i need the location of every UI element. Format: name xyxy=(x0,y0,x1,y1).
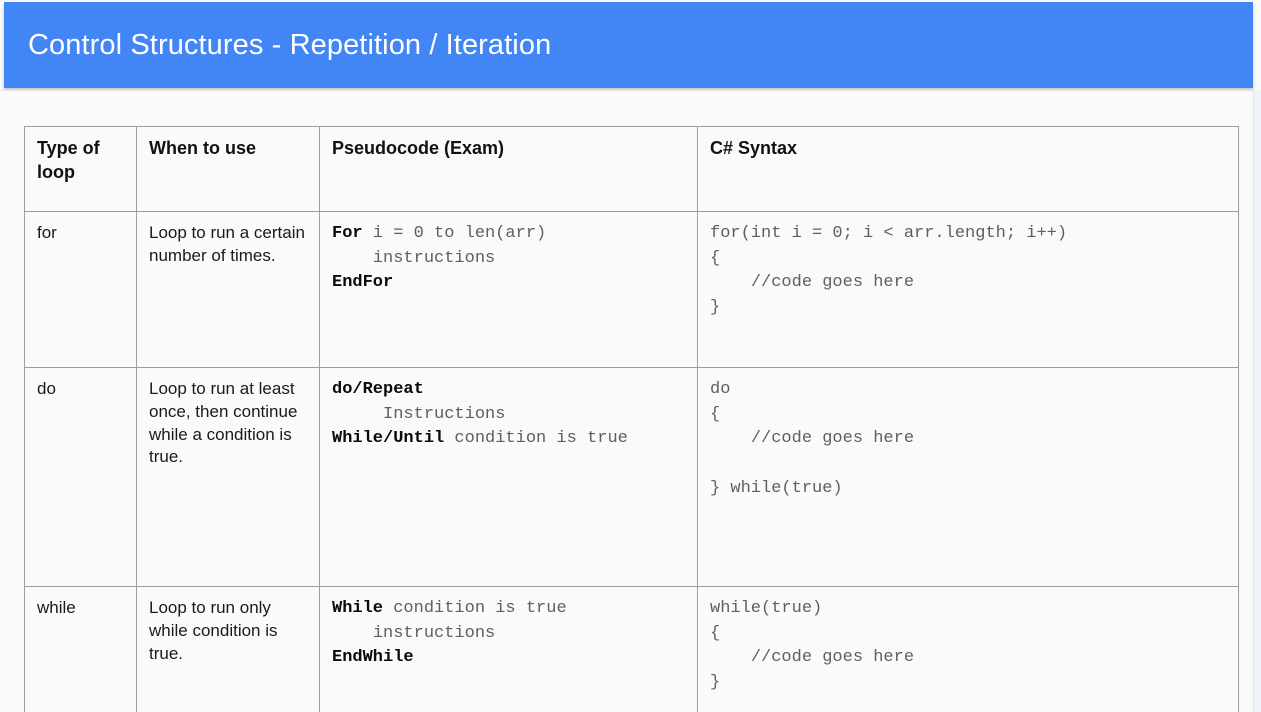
slide-page: Control Structures - Repetition / Iterat… xyxy=(0,0,1261,712)
column-header-csharp-syntax: C# Syntax xyxy=(697,126,1239,212)
page-title: Control Structures - Repetition / Iterat… xyxy=(28,28,552,61)
loop-csharp-for: for(int i = 0; i < arr.length; i++) { //… xyxy=(697,211,1239,368)
loops-table-container: Type of loop When to use Pseudocode (Exa… xyxy=(24,126,1239,712)
loop-when-while: Loop to run only while condition is true… xyxy=(136,586,320,712)
column-header-type-of-loop: Type of loop xyxy=(24,126,137,212)
table-row: for Loop to run a certain number of time… xyxy=(24,211,1239,368)
content-area: Type of loop When to use Pseudocode (Exa… xyxy=(0,90,1253,712)
table-row: do Loop to run at least once, then conti… xyxy=(24,367,1239,587)
loop-pseudocode-for: For i = 0 to len(arr) instructions EndFo… xyxy=(319,211,698,368)
table-row: while Loop to run only while condition i… xyxy=(24,586,1239,712)
loop-when-do: Loop to run at least once, then continue… xyxy=(136,367,320,587)
loop-csharp-while: while(true) { //code goes here } xyxy=(697,586,1239,712)
loop-pseudocode-while: While condition is true instructions End… xyxy=(319,586,698,712)
table-header-row: Type of loop When to use Pseudocode (Exa… xyxy=(24,126,1239,212)
loop-when-for: Loop to run a certain number of times. xyxy=(136,211,320,368)
vertical-scrollbar-track[interactable] xyxy=(1253,90,1261,712)
title-banner: Control Structures - Repetition / Iterat… xyxy=(4,2,1253,88)
loops-table: Type of loop When to use Pseudocode (Exa… xyxy=(24,126,1239,712)
loop-pseudocode-do: do/Repeat Instructions While/Until condi… xyxy=(319,367,698,587)
loop-type-while: while xyxy=(24,586,137,712)
column-header-when-to-use: When to use xyxy=(136,126,320,212)
loop-type-for: for xyxy=(24,211,137,368)
column-header-pseudocode: Pseudocode (Exam) xyxy=(319,126,698,212)
loop-csharp-do: do { //code goes here } while(true) xyxy=(697,367,1239,587)
loop-type-do: do xyxy=(24,367,137,587)
